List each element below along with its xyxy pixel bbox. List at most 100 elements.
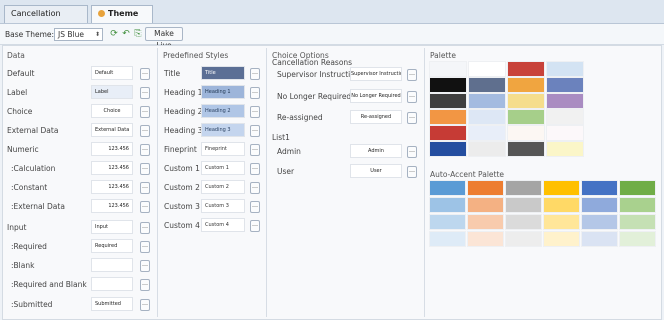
edit-style-button[interactable]: … (140, 144, 150, 156)
style-preview[interactable]: Fineprint (201, 142, 245, 156)
tab-cancellation-reasons[interactable]: Cancellation Reasons (4, 5, 88, 34)
palette-swatch[interactable] (546, 77, 584, 93)
style-preview[interactable]: 123.456 (91, 199, 133, 213)
palette-swatch[interactable] (546, 93, 584, 109)
accent-swatch[interactable] (467, 214, 504, 230)
tab-theme[interactable]: Theme× (91, 5, 153, 35)
style-preview[interactable]: 123.456 (91, 161, 133, 175)
make-live-button[interactable]: Make Live (145, 27, 183, 50)
style-preview[interactable]: Label (91, 85, 133, 99)
palette-swatch[interactable] (507, 109, 545, 125)
style-preview[interactable] (91, 258, 133, 272)
edit-style-button[interactable]: … (250, 182, 260, 194)
palette-swatch[interactable] (429, 93, 467, 109)
palette-swatch[interactable] (468, 141, 506, 157)
style-preview[interactable]: Required (91, 239, 133, 253)
accent-swatch[interactable] (467, 231, 504, 247)
style-preview[interactable]: Custom 3 (201, 199, 245, 213)
accent-swatch[interactable] (505, 231, 542, 247)
style-preview[interactable]: Custom 1 (201, 161, 245, 175)
accent-swatch[interactable] (543, 231, 580, 247)
accent-swatch[interactable] (581, 180, 618, 196)
accent-swatch[interactable] (543, 214, 580, 230)
edit-style-button[interactable]: … (250, 163, 260, 175)
edit-style-button[interactable]: … (140, 68, 150, 80)
accent-swatch[interactable] (505, 214, 542, 230)
palette-swatch[interactable] (468, 125, 506, 141)
palette-swatch[interactable] (429, 61, 467, 77)
palette-swatch[interactable] (429, 141, 467, 157)
edit-style-button[interactable]: … (250, 125, 260, 137)
palette-swatch[interactable] (507, 61, 545, 77)
edit-choice-button[interactable]: … (407, 91, 417, 103)
style-preview[interactable]: Title (201, 66, 245, 80)
edit-style-button[interactable]: … (250, 201, 260, 213)
edit-choice-button[interactable]: … (407, 146, 417, 158)
edit-style-button[interactable]: … (140, 87, 150, 99)
palette-swatch[interactable] (507, 125, 545, 141)
palette-swatch[interactable] (429, 109, 467, 125)
palette-swatch[interactable] (546, 141, 584, 157)
accent-swatch[interactable] (581, 231, 618, 247)
palette-swatch[interactable] (507, 93, 545, 109)
edit-style-button[interactable]: … (140, 163, 150, 175)
refresh-icon[interactable]: ⟳ (109, 29, 119, 39)
edit-choice-button[interactable]: … (407, 166, 417, 178)
accent-swatch[interactable] (543, 180, 580, 196)
style-preview[interactable]: Default (91, 66, 133, 80)
edit-style-button[interactable]: … (140, 182, 150, 194)
choice-preview[interactable]: User (350, 164, 402, 178)
palette-swatch[interactable] (546, 61, 584, 77)
accent-swatch[interactable] (429, 180, 466, 196)
accent-swatch[interactable] (505, 180, 542, 196)
accent-swatch[interactable] (619, 231, 656, 247)
choice-preview[interactable]: Supervisor Instruction (350, 67, 402, 81)
palette-swatch[interactable] (468, 109, 506, 125)
edit-style-button[interactable]: … (250, 144, 260, 156)
accent-swatch[interactable] (581, 214, 618, 230)
edit-style-button[interactable]: … (140, 260, 150, 272)
palette-swatch[interactable] (507, 77, 545, 93)
choice-preview[interactable]: Admin (350, 144, 402, 158)
accent-swatch[interactable] (619, 180, 656, 196)
style-preview[interactable]: Heading 3 (201, 123, 245, 137)
accent-swatch[interactable] (429, 197, 466, 213)
palette-swatch[interactable] (429, 125, 467, 141)
copy-icon[interactable]: ⎘ (133, 29, 143, 39)
accent-swatch[interactable] (467, 180, 504, 196)
palette-swatch[interactable] (546, 109, 584, 125)
style-preview[interactable]: Heading 1 (201, 85, 245, 99)
accent-swatch[interactable] (543, 197, 580, 213)
edit-style-button[interactable]: … (250, 68, 260, 80)
style-preview[interactable]: External Data (91, 123, 133, 137)
accent-swatch[interactable] (619, 197, 656, 213)
palette-swatch[interactable] (507, 141, 545, 157)
undo-icon[interactable]: ↶ (121, 29, 131, 39)
style-preview[interactable]: 123.456 (91, 142, 133, 156)
edit-style-button[interactable]: … (140, 241, 150, 253)
accent-swatch[interactable] (581, 197, 618, 213)
accent-swatch[interactable] (505, 197, 542, 213)
edit-style-button[interactable]: … (140, 299, 150, 311)
accent-swatch[interactable] (467, 197, 504, 213)
palette-swatch[interactable] (468, 93, 506, 109)
accent-swatch[interactable] (619, 214, 656, 230)
edit-style-button[interactable]: … (140, 106, 150, 118)
accent-swatch[interactable] (429, 214, 466, 230)
edit-style-button[interactable]: … (140, 125, 150, 137)
edit-style-button[interactable]: … (250, 87, 260, 99)
base-theme-select[interactable]: JS Blue ⬍ (54, 28, 103, 41)
edit-choice-button[interactable]: … (407, 112, 417, 124)
palette-swatch[interactable] (468, 61, 506, 77)
edit-style-button[interactable]: … (140, 279, 150, 291)
style-preview[interactable]: Submitted (91, 297, 133, 311)
style-preview[interactable]: Custom 4 (201, 218, 245, 232)
choice-preview[interactable]: Re-assigned (350, 110, 402, 124)
edit-style-button[interactable]: … (140, 201, 150, 213)
style-preview[interactable]: Choice (91, 104, 133, 118)
style-preview[interactable] (91, 277, 133, 291)
palette-swatch[interactable] (429, 77, 467, 93)
choice-preview[interactable]: No Longer Required (350, 89, 402, 103)
edit-style-button[interactable]: … (250, 106, 260, 118)
accent-swatch[interactable] (429, 231, 466, 247)
